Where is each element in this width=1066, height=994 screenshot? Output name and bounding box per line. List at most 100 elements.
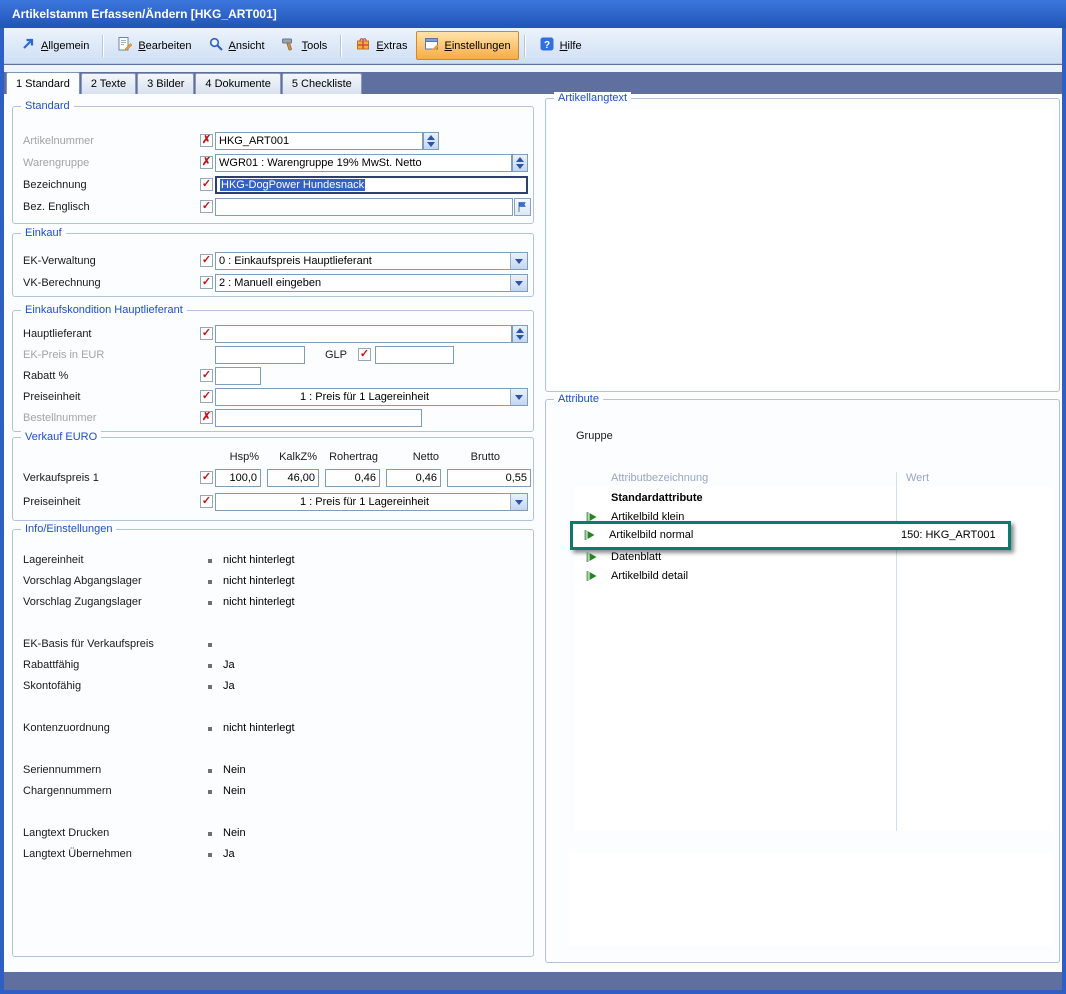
tab-checkliste[interactable]: 5 Checkliste xyxy=(282,73,362,94)
info-label: Lagereinheit xyxy=(23,554,84,566)
glp-checkbox[interactable]: ✓ xyxy=(358,348,371,361)
verkaufspreis-checkbox[interactable]: ✓ xyxy=(200,471,213,484)
tab-standard[interactable]: 1 Standard xyxy=(6,72,80,94)
warengruppe-label: Warengruppe xyxy=(23,157,89,169)
attribute-row-artikelbild-normal[interactable]: Artikelbild normal 150: HKG_ART001 xyxy=(573,524,1008,547)
bestellnummer-input[interactable] xyxy=(215,409,422,427)
toolbar: Allgemein Bearbeiten Ansicht Tools Extra… xyxy=(4,28,1062,64)
tab-texte[interactable]: 2 Texte xyxy=(81,73,136,94)
glp-input[interactable] xyxy=(375,346,454,364)
dropdown-arrow-icon[interactable] xyxy=(510,389,527,405)
attribute-row-datenblatt[interactable]: Datenblatt xyxy=(574,548,1053,567)
info-value: Ja xyxy=(223,848,235,860)
toolbar-button-bearbeiten[interactable]: Bearbeiten xyxy=(109,31,199,60)
brutto-input[interactable]: 0,55 xyxy=(447,469,531,487)
bez-englisch-checkbox[interactable]: ✓ xyxy=(200,200,213,213)
info-group-legend: Info/Einstellungen xyxy=(21,523,116,536)
dropdown-arrow-icon[interactable] xyxy=(510,275,527,291)
dropdown-value: 1 : Preis für 1 Lagereinheit xyxy=(219,391,510,403)
tab-bilder[interactable]: 3 Bilder xyxy=(137,73,194,94)
artikellangtext-textarea[interactable] xyxy=(552,109,1053,385)
info-value: nicht hinterlegt xyxy=(223,722,295,734)
bestellnummer-checkbox[interactable]: ✗ xyxy=(200,411,213,424)
col-header-hsp: Hsp% xyxy=(215,451,259,463)
attribute-row-label: Standardattribute xyxy=(611,492,703,504)
titlebar: Artikelstamm Erfassen/Ändern [HKG_ART001… xyxy=(0,0,1066,28)
netto-input[interactable]: 0,46 xyxy=(386,469,441,487)
spin-up-icon xyxy=(427,135,435,140)
standard-group: Standard Artikelnummer ✗ HKG_ART001 Ware… xyxy=(12,106,534,224)
ek-verwaltung-checkbox[interactable]: ✓ xyxy=(200,254,213,267)
hsp-input[interactable]: 100,0 xyxy=(215,469,261,487)
info-value: Nein xyxy=(223,785,246,797)
artikellangtext-group-legend: Artikellangtext xyxy=(554,92,631,105)
ek-preis-input[interactable] xyxy=(215,346,305,364)
info-label: Chargennummern xyxy=(23,785,112,797)
verkauf-group: Verkauf EURO Hsp% KalkZ% Rohertrag Netto… xyxy=(12,437,534,521)
col-header-brutto: Brutto xyxy=(447,451,500,463)
verkauf-preiseinheit-checkbox[interactable]: ✓ xyxy=(200,495,213,508)
rabatt-input[interactable] xyxy=(215,367,261,385)
toolbar-button-ansicht[interactable]: Ansicht xyxy=(200,31,273,60)
hauptlieferant-spinner[interactable] xyxy=(512,325,528,343)
selected-text: HKG-DogPower Hundesnack xyxy=(220,179,365,191)
attribute-group: Attribute Gruppe Attributbezeichnung Wer… xyxy=(545,399,1060,963)
ek-verwaltung-dropdown[interactable]: 0 : Einkaufspreis Hauptlieferant xyxy=(215,252,528,270)
attribute-detail-area xyxy=(569,853,1053,946)
language-flag-button[interactable] xyxy=(514,198,531,216)
warengruppe-checkbox[interactable]: ✗ xyxy=(200,156,213,169)
attribute-col-name: Attributbezeichnung xyxy=(611,472,708,484)
info-value: Nein xyxy=(223,827,246,839)
attribute-item-icon xyxy=(584,529,596,541)
vk-berechnung-dropdown[interactable]: 2 : Manuell eingeben xyxy=(215,274,528,292)
attribute-item-icon xyxy=(586,570,598,582)
hauptlieferant-input[interactable] xyxy=(215,325,512,343)
verkauf-group-legend: Verkauf EURO xyxy=(21,431,101,444)
warengruppe-input[interactable]: WGR01 : Warengruppe 19% MwSt. Netto xyxy=(215,154,512,172)
artikelnummer-label: Artikelnummer xyxy=(23,135,94,147)
dropdown-value: 0 : Einkaufspreis Hauptlieferant xyxy=(219,255,510,267)
tab-dokumente[interactable]: 4 Dokumente xyxy=(195,73,280,94)
toolbar-button-einstellungen[interactable]: Einstellungen xyxy=(416,31,519,60)
info-value: nicht hinterlegt xyxy=(223,575,295,587)
bezeichnung-input[interactable]: HKG-DogPower Hundesnack xyxy=(215,176,528,194)
dropdown-arrow-icon[interactable] xyxy=(510,494,527,510)
artikelnummer-spinner[interactable] xyxy=(423,132,439,150)
verkauf-preiseinheit-dropdown[interactable]: 1 : Preis für 1 Lagereinheit xyxy=(215,493,528,511)
warengruppe-spinner[interactable] xyxy=(512,154,528,172)
hauptlieferant-checkbox[interactable]: ✓ xyxy=(200,327,213,340)
preiseinheit-dropdown[interactable]: 1 : Preis für 1 Lagereinheit xyxy=(215,388,528,406)
rohertrag-input[interactable]: 0,46 xyxy=(325,469,380,487)
bullet-icon xyxy=(208,853,212,857)
preiseinheit-label: Preiseinheit xyxy=(23,391,80,403)
col-header-netto: Netto xyxy=(386,451,439,463)
spin-down-icon xyxy=(516,335,524,340)
kalkz-input[interactable]: 46,00 xyxy=(267,469,319,487)
einkaufskondition-group: Einkaufskondition Hauptlieferant Hauptli… xyxy=(12,310,534,432)
einkaufskondition-group-legend: Einkaufskondition Hauptlieferant xyxy=(21,304,187,317)
attribute-row-label: Artikelbild detail xyxy=(611,570,688,582)
col-header-kalkz: KalkZ% xyxy=(267,451,317,463)
toolbar-button-allgemein[interactable]: Allgemein xyxy=(12,31,97,60)
bezeichnung-checkbox[interactable]: ✓ xyxy=(200,178,213,191)
attribute-row-standardattribute[interactable]: Standardattribute xyxy=(574,489,1053,508)
artikelnummer-checkbox[interactable]: ✗ xyxy=(200,134,213,147)
einkauf-group-legend: Einkauf xyxy=(21,227,66,240)
toolbar-button-extras[interactable]: Extras xyxy=(347,31,415,60)
rabatt-checkbox[interactable]: ✓ xyxy=(200,369,213,382)
bullet-icon xyxy=(208,664,212,668)
gift-icon xyxy=(355,36,371,55)
artikelnummer-input[interactable]: HKG_ART001 xyxy=(215,132,423,150)
toolbar-button-hilfe[interactable]: ? Hilfe xyxy=(531,31,590,60)
attribute-row-artikelbild-detail[interactable]: Artikelbild detail xyxy=(574,567,1053,586)
bez-englisch-input[interactable] xyxy=(215,198,513,216)
info-value: nicht hinterlegt xyxy=(223,596,295,608)
vk-berechnung-checkbox[interactable]: ✓ xyxy=(200,276,213,289)
ek-preis-label: EK-Preis in EUR xyxy=(23,349,104,361)
preiseinheit-checkbox[interactable]: ✓ xyxy=(200,390,213,403)
toolbar-button-tools[interactable]: Tools xyxy=(273,31,336,60)
dropdown-arrow-icon[interactable] xyxy=(510,253,527,269)
attribute-row-wert: 150: HKG_ART001 xyxy=(901,529,996,541)
toolbar-label-einstellungen: Einstellungen xyxy=(445,40,511,52)
bullet-icon xyxy=(208,685,212,689)
